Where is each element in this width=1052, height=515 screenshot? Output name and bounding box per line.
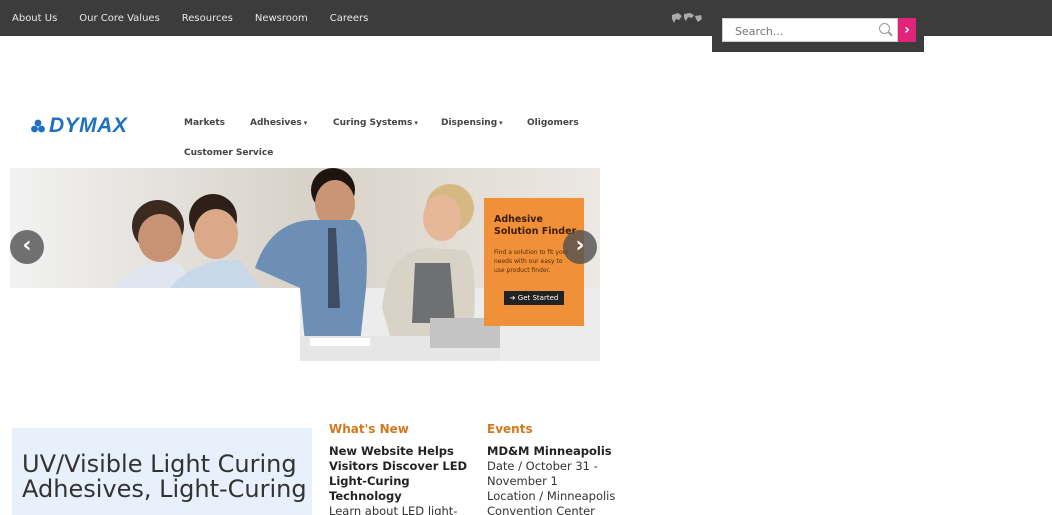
nav-dispensing-label: Dispensing (441, 118, 498, 128)
search-input[interactable] (733, 22, 867, 40)
nav-markets[interactable]: Markets (184, 118, 225, 128)
get-started-button[interactable]: ➔ Get Started (504, 291, 564, 305)
chevron-left-icon: ‹ (22, 233, 32, 258)
nav-adhesives-label: Adhesives (250, 118, 302, 128)
carousel-next-button[interactable]: › (563, 230, 597, 264)
logo-text: DYMAX (49, 114, 128, 137)
events-heading: Events (487, 422, 533, 436)
whats-new-title[interactable]: New Website Helps Visitors Discover LED … (329, 444, 479, 504)
chevron-right-icon: › (575, 233, 585, 258)
top-nav-core-values[interactable]: Our Core Values (79, 13, 160, 24)
search-icon[interactable] (879, 23, 890, 34)
solution-finder-promo[interactable]: Adhesive Solution Finder Find a solution… (484, 198, 584, 326)
top-nav-careers[interactable]: Careers (330, 13, 369, 24)
promo-text: Find a solution to fit your needs with o… (494, 249, 569, 274)
get-started-label: Get Started (517, 294, 559, 302)
world-map-icon[interactable] (670, 11, 706, 27)
top-nav-resources[interactable]: Resources (182, 13, 233, 24)
top-nav: About Us Our Core Values Resources Newsr… (12, 0, 390, 36)
chevron-down-icon: ▾ (499, 119, 503, 127)
event-location: Location / Minneapolis Convention Center (487, 489, 616, 515)
whats-new-body: Learn about LED light- (329, 504, 458, 515)
nav-markets-label: Markets (184, 118, 225, 128)
nav-adhesives[interactable]: Adhesives ▾ (250, 118, 307, 128)
carousel-prev-button[interactable]: ‹ (10, 230, 44, 264)
nav-customer-service[interactable]: Customer Service (184, 148, 273, 158)
nav-oligomers[interactable]: Oligomers (527, 118, 579, 128)
chevron-down-icon: ▾ (414, 119, 418, 127)
logo-drops-icon (31, 119, 45, 133)
search-panel: › (712, 12, 924, 52)
events-section: Events MD&M Minneapolis Date / October 3… (487, 422, 632, 515)
event-date: Date / October 31 - November 1 (487, 459, 598, 488)
nav-dispensing[interactable]: Dispensing ▾ (441, 118, 503, 128)
chevron-down-icon: ▾ (303, 119, 308, 127)
dymax-logo[interactable]: DYMAX (30, 114, 128, 137)
feature-box[interactable]: UV/Visible Light Curing Adhesives, Light… (12, 428, 312, 515)
event-title[interactable]: MD&M Minneapolis (487, 444, 632, 459)
feature-headline: UV/Visible Light Curing Adhesives, Light… (22, 450, 307, 503)
nav-customer-service-label: Customer Service (184, 148, 274, 158)
whats-new-heading: What's New (329, 422, 409, 436)
nav-oligomers-label: Oligomers (527, 118, 579, 128)
whats-new-section: What's New New Website Helps Visitors Di… (329, 422, 479, 515)
search-submit-button[interactable]: › (898, 18, 916, 42)
top-nav-newsroom[interactable]: Newsroom (255, 13, 308, 24)
search-box (722, 18, 898, 42)
top-nav-about-us[interactable]: About Us (12, 13, 57, 24)
nav-curing-systems-label: Curing Systems (333, 118, 413, 128)
nav-curing-systems[interactable]: Curing Systems ▾ (333, 118, 418, 128)
